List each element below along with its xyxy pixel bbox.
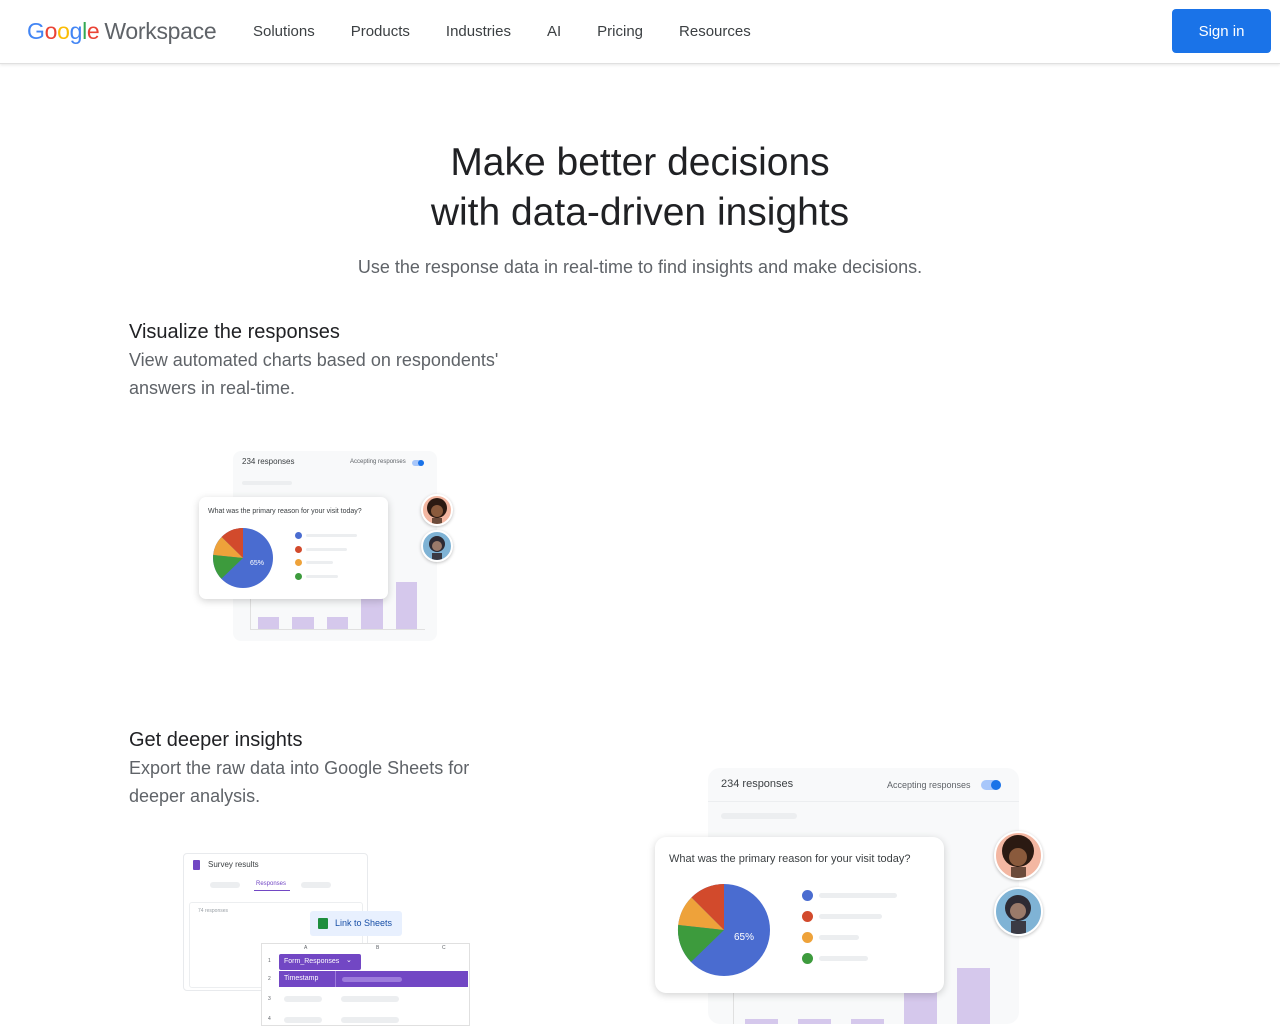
responses-count: 234 responses	[242, 457, 295, 466]
responses-count: 234 responses	[721, 778, 794, 790]
row-number: 2	[268, 976, 271, 982]
avatar	[994, 887, 1043, 936]
chart-bar	[258, 617, 279, 629]
column-header: B	[376, 945, 380, 951]
sheet-name: Form_Responses	[284, 958, 340, 965]
chart-bar	[292, 617, 314, 629]
question-text: What was the primary reason for your vis…	[669, 853, 911, 865]
nav-pricing[interactable]: Pricing	[579, 0, 661, 63]
accepting-responses-label: Accepting responses	[350, 459, 406, 465]
nav-products[interactable]: Products	[333, 0, 428, 63]
legend-line	[819, 935, 859, 940]
chart-bar	[851, 1019, 884, 1024]
legend-dot-green	[295, 573, 302, 580]
chevron-down-icon: ⌄	[346, 957, 352, 964]
placeholder-line	[242, 481, 292, 485]
chart-bar	[798, 1019, 831, 1024]
chart-bar	[361, 597, 383, 629]
doc-title: Survey results	[208, 860, 259, 869]
feature-insights-description: Export the raw data into Google Sheets f…	[129, 758, 470, 806]
row-number: 1	[268, 958, 271, 964]
legend-line	[819, 956, 868, 961]
responses-count: 74 responses	[198, 908, 229, 914]
chart-bar	[957, 968, 990, 1024]
hero-title-line2: with data-driven insights	[430, 191, 850, 234]
legend-dot-red	[802, 911, 813, 922]
legend-line	[306, 534, 357, 537]
timestamp-header: Timestamp	[284, 975, 319, 982]
legend-dot-orange	[802, 932, 813, 943]
logo-product-name: Workspace	[104, 18, 217, 44]
cell-divider	[335, 971, 336, 987]
legend-dot-blue	[802, 890, 813, 901]
avatar	[421, 530, 453, 562]
chart-bar	[745, 1019, 778, 1024]
tab-placeholder	[210, 882, 240, 888]
hero-title-line1: Make better decisions	[450, 141, 830, 184]
legend-line	[306, 548, 347, 551]
nav-resources[interactable]: Resources	[661, 0, 769, 63]
accepting-toggle[interactable]	[981, 780, 1001, 790]
sign-in-button[interactable]: Sign in	[1172, 9, 1271, 53]
chart-bar	[327, 617, 348, 629]
tab-underline	[254, 890, 290, 891]
site-header: Google Workspace Solutions Products Indus…	[0, 0, 1280, 64]
feature-visualize-description: View automated charts based on responden…	[129, 350, 499, 398]
placeholder-line	[721, 813, 797, 819]
legend-dot-red	[295, 546, 302, 553]
legend-line	[819, 893, 897, 898]
main-nav: Solutions Products Industries AI Pricing…	[235, 0, 769, 63]
row-number: 3	[268, 996, 271, 1002]
cell-placeholder	[341, 996, 399, 1002]
nav-ai[interactable]: AI	[529, 0, 579, 63]
pie-percent-label: 65%	[250, 560, 264, 567]
feature-visualize-title: Visualize the responses	[129, 321, 340, 343]
hero-title: Make better decisions with data-driven i…	[0, 138, 1280, 238]
pie-percent-label: 65%	[734, 932, 754, 943]
avatar	[994, 831, 1043, 880]
legend-dot-blue	[295, 532, 302, 539]
pie-chart: 65%	[213, 528, 273, 588]
legend-dot-green	[802, 953, 813, 964]
card-divider	[708, 801, 1019, 802]
cell-placeholder	[341, 1017, 399, 1023]
forms-icon	[193, 860, 200, 870]
column-header: C	[442, 945, 446, 951]
tab-responses[interactable]: Responses	[256, 881, 286, 887]
chart-bar	[396, 582, 417, 629]
cell-placeholder	[284, 996, 322, 1002]
nav-solutions[interactable]: Solutions	[235, 0, 333, 63]
accepting-responses-label: Accepting responses	[887, 780, 971, 790]
legend-line	[819, 914, 882, 919]
sheets-icon	[318, 918, 328, 929]
cell-placeholder	[284, 1017, 322, 1023]
pie-chart: 65%	[677, 884, 770, 976]
link-to-sheets-label: Link to Sheets	[335, 918, 393, 928]
question-text: What was the primary reason for your vis…	[208, 508, 362, 515]
row-number: 4	[268, 1016, 271, 1022]
column-header: A	[304, 945, 308, 951]
accepting-toggle[interactable]	[412, 460, 424, 466]
nav-industries[interactable]: Industries	[428, 0, 529, 63]
legend-line	[306, 575, 338, 578]
google-workspace-logo[interactable]: Google Workspace	[27, 18, 217, 45]
hero-subtitle: Use the response data in real-time to fi…	[357, 257, 923, 277]
feature-insights-title: Get deeper insights	[129, 729, 303, 751]
legend-line	[306, 561, 333, 564]
avatar	[421, 494, 453, 526]
legend-dot-orange	[295, 559, 302, 566]
chart-bar	[904, 990, 937, 1024]
tab-placeholder	[301, 882, 331, 888]
header-placeholder	[342, 977, 402, 982]
